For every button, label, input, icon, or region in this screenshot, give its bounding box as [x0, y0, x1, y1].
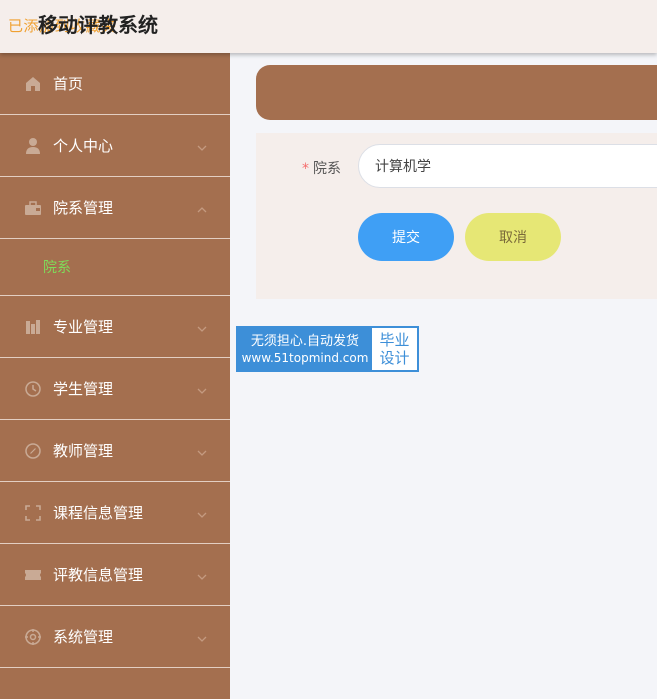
sidebar-item-label: 系统管理	[53, 628, 114, 646]
home-icon	[24, 75, 42, 93]
bar-chart-icon	[24, 318, 42, 336]
chevron-up-icon	[196, 202, 208, 214]
chevron-down-icon	[196, 140, 208, 152]
badge-right-line2: 设计	[379, 349, 410, 367]
sidebar-item-teacher-management[interactable]: 教师管理	[0, 420, 230, 482]
sidebar-item-evaluation-info-management[interactable]: 评教信息管理	[0, 544, 230, 606]
sidebar-item-personal-center[interactable]: 个人中心	[0, 115, 230, 177]
sidebar-item-label: 首页	[53, 75, 84, 93]
chevron-down-icon	[196, 445, 208, 457]
badge-line2: www.51topmind.com	[241, 350, 369, 365]
sidebar-item-label: 评教信息管理	[53, 566, 144, 584]
ticket-icon	[24, 566, 42, 584]
department-form: *院系 提交 取消	[256, 133, 657, 299]
compass-icon	[24, 442, 42, 460]
fullscreen-icon	[24, 504, 42, 522]
department-field-label: * 院系	[302, 158, 341, 178]
sidebar-item-course-info-management[interactable]: 课程信息管理	[0, 482, 230, 544]
chevron-down-icon	[196, 631, 208, 643]
settings-icon	[24, 628, 42, 646]
app-title: 移动评教系统	[38, 13, 158, 37]
main-content: *院系 提交 取消 无须担心.自动发货 www.51topmind.com 毕业…	[230, 53, 657, 699]
user-icon	[24, 137, 42, 155]
sidebar-item-label: 个人中心	[53, 137, 114, 155]
sidebar-item-home[interactable]: 首页	[0, 53, 230, 115]
sidebar-item-label: 院系管理	[53, 199, 114, 217]
watermark-badge: 无须担心.自动发货 www.51topmind.com 毕业 设计	[236, 326, 419, 372]
sidebar-item-system-management[interactable]: 系统管理	[0, 606, 230, 668]
badge-left: 无须担心.自动发货 www.51topmind.com	[238, 328, 372, 370]
badge-right: 毕业 设计	[372, 328, 417, 370]
top-header: 已添加到收藏夹 移动评教系统	[0, 0, 657, 53]
badge-line1: 无须担心.自动发货	[250, 333, 360, 349]
department-label-text: 院系	[313, 161, 341, 177]
sidebar-item-student-management[interactable]: 学生管理	[0, 358, 230, 420]
sidebar-item-major-management[interactable]: 专业管理	[0, 296, 230, 358]
sidebar-item-label: 专业管理	[53, 318, 114, 336]
sidebar: 首页 个人中心 院系管理 院系 专业管理 学生管理 教师管理 课程信息管理 评教…	[0, 53, 230, 699]
submit-button[interactable]: 提交	[358, 213, 454, 261]
cancel-button[interactable]: 取消	[465, 213, 561, 261]
chevron-down-icon	[196, 507, 208, 519]
submenu-department: 院系	[0, 239, 230, 296]
submenu-item-department[interactable]: 院系	[43, 257, 71, 277]
chevron-down-icon	[196, 383, 208, 395]
chevron-down-icon	[196, 569, 208, 581]
required-mark: *	[302, 161, 309, 177]
sidebar-item-label: 学生管理	[53, 380, 114, 398]
sidebar-item-label: 教师管理	[53, 442, 114, 460]
department-input[interactable]	[358, 144, 657, 188]
page-banner	[256, 65, 657, 120]
clock-icon	[24, 380, 42, 398]
badge-right-line1: 毕业	[379, 331, 410, 349]
sidebar-item-label: 课程信息管理	[53, 504, 144, 522]
sidebar-item-department-management[interactable]: 院系管理	[0, 177, 230, 239]
chevron-down-icon	[196, 321, 208, 333]
briefcase-icon	[24, 199, 42, 217]
